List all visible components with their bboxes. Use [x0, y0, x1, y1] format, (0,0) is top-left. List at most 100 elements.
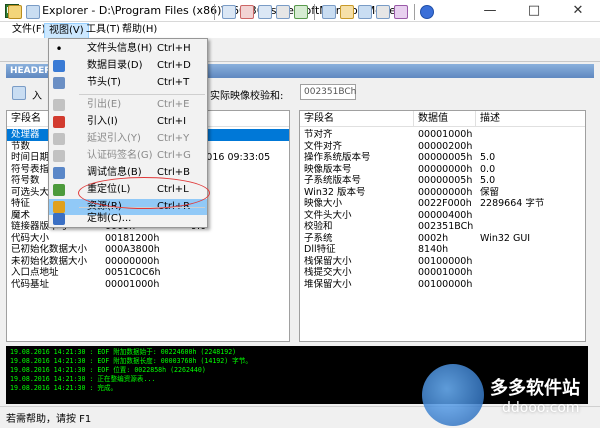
view-menu-item[interactable]: • 文件头信息(H) Ctrl+H [49, 41, 207, 57]
toolbar-button-9-icon[interactable] [376, 5, 390, 19]
table-cell-name: Dll特征 [304, 244, 336, 255]
table-cell-name: 操作系统版本号 [304, 152, 371, 163]
view-menu-item[interactable]: 定制(C)... [49, 211, 207, 227]
menu-item-label: 引入(I) [87, 116, 118, 127]
table-cell-name: Win32 版本号 [304, 186, 366, 198]
menu-item-label: 节头(T) [87, 77, 121, 88]
table-cell-name: 栈提交大小 [304, 267, 352, 278]
table-cell-desc [187, 267, 289, 279]
toolbar-button-10-icon[interactable] [394, 5, 408, 19]
table-cell-name: 校验和 [304, 221, 333, 232]
watermark-name: 多多软件站 [490, 378, 580, 399]
table-row[interactable]: 已初始化数据大小 000A3800h [7, 244, 289, 256]
view-menu-item[interactable]: 引入(I) Ctrl+I [49, 114, 207, 130]
watermark-logo-icon [422, 364, 484, 426]
table-row[interactable]: 文件头大小 00000400h [300, 210, 585, 222]
toolbar-button-4-icon[interactable] [276, 5, 290, 19]
table-cell-desc [476, 221, 585, 233]
menu-item-label: 引出(E) [87, 99, 122, 110]
toolbar-button-3-icon[interactable] [258, 5, 272, 19]
table-row[interactable]: 栈保留大小 00100000h [300, 256, 585, 268]
right-field-table: 字段名 数据值 描述 节对齐 00001000h 文件对齐 00000200h 操作系统… [299, 110, 586, 342]
menu-item-shortcut: Ctrl+E [157, 99, 190, 110]
table-cell-name: 栈保留大小 [304, 255, 352, 267]
toolbar-dropdown-icon[interactable] [26, 5, 40, 19]
table-cell-name: 文件对齐 [304, 140, 343, 152]
check-mark-icon: • [55, 42, 63, 56]
minimize-button[interactable]: — [468, 0, 512, 22]
table-cell-value: 0051C0C6h [105, 267, 161, 278]
toolbar-button-1-icon[interactable] [222, 5, 236, 19]
table-row[interactable]: 映像版本号 00000000h 0.0 [300, 164, 585, 176]
table-cell-value: 00000000h [418, 186, 473, 198]
right-col-header-value[interactable]: 数据值 [414, 111, 476, 127]
table-row[interactable]: 操作系统版本号 00000005h 5.0 [300, 152, 585, 164]
toolbar-separator [314, 4, 315, 20]
table-row[interactable]: 子系统版本号 00000005h 5.0 [300, 175, 585, 187]
watermark: 多多软件站 ddooo.com [422, 364, 592, 426]
table-row[interactable]: 代码大小 00181200h [7, 233, 289, 245]
table-cell-value: 00000005h [418, 152, 473, 163]
checksum-field[interactable]: 002351BCh [300, 84, 356, 100]
watermark-url: ddooo.com [502, 400, 580, 416]
table-row[interactable]: 入口点地址 0051C0C6h [7, 267, 289, 279]
table-cell-value: 00000200h [418, 140, 473, 152]
menu-item-label: 延迟引入(Y) [87, 133, 141, 144]
table-row[interactable]: 校验和 002351BCh [300, 221, 585, 233]
menu-item-icon [53, 116, 65, 128]
view-menu-item[interactable]: 数据目录(D) Ctrl+D [49, 58, 207, 74]
table-cell-name: 堆保留大小 [304, 278, 352, 290]
toolbar-button-5-icon[interactable] [294, 5, 308, 19]
table-row[interactable]: 映像大小 0022F000h 2289664 字节 [300, 198, 585, 210]
table-cell-value: 0022F000h [418, 198, 472, 209]
toolbar-button-2-icon[interactable] [240, 5, 254, 19]
table-row[interactable]: 文件对齐 00000200h [300, 141, 585, 153]
table-row[interactable]: 节对齐 00001000h [300, 129, 585, 141]
table-cell-value: 00001000h [105, 278, 160, 290]
table-row[interactable]: 栈提交大小 00001000h [300, 267, 585, 279]
menu-help[interactable]: 帮助(H) [118, 22, 161, 38]
open-folder-icon[interactable] [8, 5, 22, 19]
menu-item-shortcut: Ctrl+G [157, 150, 191, 161]
table-row[interactable]: 子系统 0002h Win32 GUI [300, 233, 585, 245]
menu-separator [79, 94, 205, 95]
table-row[interactable]: 堆保留大小 00100000h [300, 279, 585, 291]
header-view-icon[interactable] [12, 86, 26, 100]
menu-item-shortcut: Ctrl+Y [157, 133, 190, 144]
table-cell-value: 002351BCh [418, 221, 474, 232]
menu-item-shortcut: Ctrl+D [157, 60, 191, 71]
table-cell-value: 0002h [418, 232, 449, 244]
menu-item-icon [53, 77, 65, 89]
table-cell-name: 节对齐 [304, 129, 333, 140]
table-cell-desc: 2289664 字节 [480, 198, 545, 209]
table-cell-name: 已初始化数据大小 [11, 244, 88, 255]
table-cell-name: 子系统 [304, 232, 333, 244]
maximize-button[interactable]: □ [512, 0, 556, 22]
table-cell-desc [476, 244, 585, 256]
table-cell-value: 00181200h [105, 232, 160, 244]
menu-item-label: 数据目录(D) [87, 60, 143, 71]
menu-item-label: 认证码签名(G) [87, 150, 153, 161]
table-row[interactable]: 代码基址 00001000h [7, 279, 289, 291]
table-row[interactable]: Dll特征 8140h [300, 244, 585, 256]
checksum-label: 实际映像校验和: [210, 91, 284, 102]
toolbar-button-8-icon[interactable] [358, 5, 372, 19]
menu-item-icon [53, 184, 65, 196]
menu-item-shortcut: Ctrl+H [157, 43, 191, 54]
table-row[interactable]: Win32 版本号 00000000h 保留 [300, 187, 585, 199]
menu-item-icon [53, 167, 65, 179]
right-col-header-name[interactable]: 字段名 [300, 111, 414, 127]
table-cell-name: 代码大小 [11, 232, 50, 244]
right-col-header-desc[interactable]: 描述 [476, 111, 585, 127]
table-cell-name: 映像版本号 [304, 163, 352, 175]
close-button[interactable]: ✕ [556, 0, 600, 22]
table-row[interactable]: 未初始化数据大小 00000000h [7, 256, 289, 268]
table-cell-desc [187, 279, 289, 291]
table-cell-value: 00100000h [418, 278, 473, 290]
table-cell-desc: 5.0 [480, 175, 496, 186]
menu-item-label: 文件头信息(H) [87, 43, 153, 54]
help-icon[interactable] [420, 5, 434, 19]
toolbar-button-7-icon[interactable] [340, 5, 354, 19]
view-menu-item[interactable]: 节头(T) Ctrl+T [49, 75, 207, 91]
toolbar-button-6-icon[interactable] [322, 5, 336, 19]
